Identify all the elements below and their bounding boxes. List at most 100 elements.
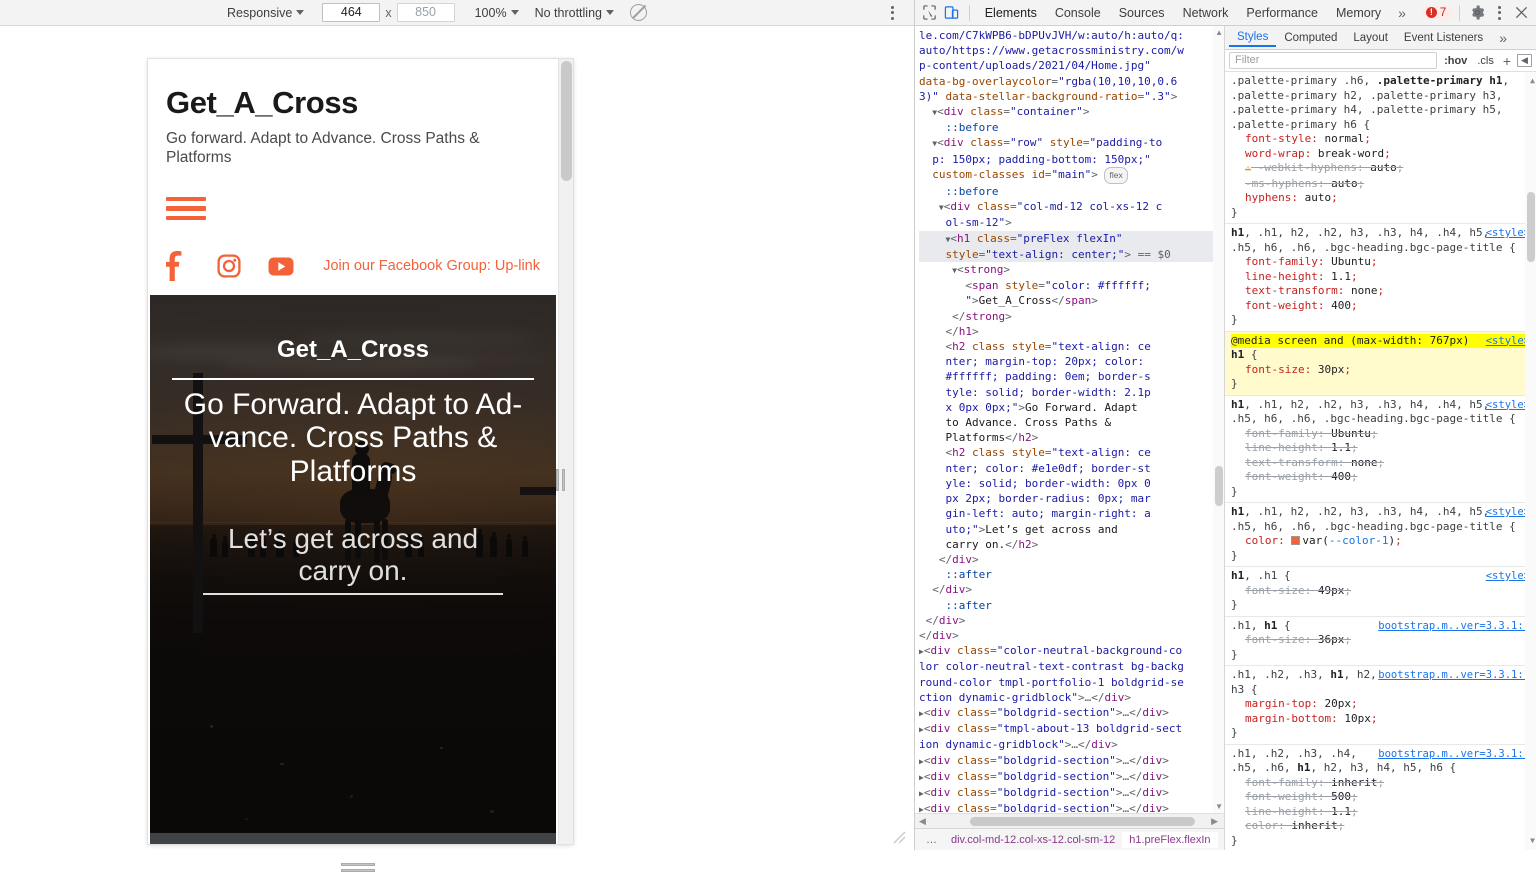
- dom-tree-line[interactable]: nter; color: #e1e0df; border-st: [919, 461, 1224, 476]
- device-toolbar-menu-icon[interactable]: [884, 5, 900, 20]
- dom-tree-line[interactable]: yle: solid; border-width: 0px 0: [919, 476, 1224, 491]
- tab-event-listeners[interactable]: Event Listeners: [1396, 29, 1491, 47]
- style-declaration[interactable]: font-style: normal;: [1231, 132, 1530, 147]
- dom-tree-line[interactable]: le.com/C7kWPB6-bDPUvJVH/w:auto/h:auto/q:: [919, 28, 1224, 43]
- style-declaration[interactable]: font-family: Ubuntu;: [1231, 255, 1530, 270]
- tab-computed[interactable]: Computed: [1276, 29, 1345, 47]
- style-rule[interactable]: <style> h1, .h1, h2, .h2, h3, .h3, h4, .h…: [1225, 503, 1536, 567]
- style-selector[interactable]: h1 {: [1231, 348, 1530, 363]
- dom-tree-line[interactable]: gin-left: auto; margin-right: a: [919, 506, 1224, 521]
- dom-tree-line[interactable]: ▶<div class="boldgrid-section">…</div>: [919, 785, 1224, 801]
- dom-tree-line[interactable]: style="text-align: center;"> == $0: [919, 246, 1224, 263]
- styles-scrollbar[interactable]: ▲ ▼: [1525, 72, 1536, 850]
- dom-tree-line[interactable]: ▼<div class="row" style="padding-to: [919, 135, 1224, 151]
- dom-tree-line[interactable]: p-content/uploads/2021/04/Home.jpg": [919, 58, 1224, 73]
- dom-tree-line[interactable]: </div>: [919, 613, 1224, 628]
- dom-tree-line[interactable]: data-bg-overlaycolor="rgba(10,10,10,0.6: [919, 74, 1224, 89]
- scroll-up-icon[interactable]: ▲: [1530, 74, 1535, 89]
- tab-network[interactable]: Network: [1174, 3, 1238, 23]
- style-declaration[interactable]: word-wrap: break-word;: [1231, 147, 1530, 162]
- dom-tree-line[interactable]: <h2 class style="text-align: ce: [919, 339, 1224, 354]
- style-declaration[interactable]: font-size: 30px;: [1231, 363, 1530, 378]
- dom-tree-line[interactable]: ::after: [919, 598, 1224, 613]
- tab-layout[interactable]: Layout: [1345, 29, 1396, 47]
- dom-tree-line[interactable]: lor color-neutral-text-contrast bg-backg: [919, 659, 1224, 674]
- dom-tree-line[interactable]: ol-sm-12">: [919, 215, 1224, 230]
- dom-tree-line[interactable]: x 0px 0px;">Go Forward. Adapt: [919, 400, 1224, 415]
- dom-tree-line[interactable]: Platforms</h2>: [919, 430, 1224, 445]
- style-declaration[interactable]: line-height: 1.1;: [1231, 805, 1530, 820]
- styles-rules[interactable]: .palette-primary .h6, .palette-primary h…: [1225, 72, 1536, 850]
- dom-tree-line[interactable]: carry on.</h2>: [919, 537, 1224, 552]
- dom-tree-line[interactable]: ::after: [919, 567, 1224, 582]
- style-declaration[interactable]: -ms-hyphens: auto;: [1231, 177, 1530, 192]
- dom-tree-line[interactable]: </div>: [919, 628, 1224, 643]
- instagram-icon[interactable]: [217, 254, 268, 279]
- tab-styles[interactable]: Styles: [1229, 28, 1277, 47]
- dom-tree-line[interactable]: </strong>: [919, 309, 1224, 324]
- dom-tree-line[interactable]: ▼<div class="col-md-12 col-xs-12 c: [919, 199, 1224, 215]
- dom-tree-line[interactable]: <h2 class style="text-align: ce: [919, 445, 1224, 460]
- style-source-link[interactable]: bootstrap.m..ver=3.3.1:1: [1378, 747, 1530, 762]
- style-declaration[interactable]: line-height: 1.1;: [1231, 441, 1530, 456]
- dom-tree-line[interactable]: tyle: solid; border-width: 2.1p: [919, 385, 1224, 400]
- dom-tree-line[interactable]: <span style="color: #ffffff;: [919, 278, 1224, 293]
- tab-elements[interactable]: Elements: [976, 3, 1046, 23]
- style-declaration[interactable]: text-transform: none;: [1231, 456, 1530, 471]
- style-declaration[interactable]: font-family: inherit;: [1231, 776, 1530, 791]
- new-style-rule-button[interactable]: +: [1501, 53, 1513, 69]
- toggle-sidebar-icon[interactable]: ◀: [1517, 54, 1532, 67]
- dom-tree-line[interactable]: #ffffff; padding: 0em; border-s: [919, 369, 1224, 384]
- style-declaration[interactable]: font-size: 49px;: [1231, 584, 1530, 599]
- style-source-link[interactable]: <style>: [1486, 569, 1530, 584]
- dom-tree-line[interactable]: ▶<div class="boldgrid-section">…</div>: [919, 705, 1224, 721]
- inspect-element-icon[interactable]: [919, 2, 941, 24]
- zoom-dropdown[interactable]: 100%: [471, 4, 523, 22]
- dom-tree-line[interactable]: </h1>: [919, 324, 1224, 339]
- style-declaration[interactable]: hyphens: auto;: [1231, 191, 1530, 206]
- style-declaration[interactable]: margin-top: 20px;: [1231, 697, 1530, 712]
- style-rule[interactable]: <style> h1, .h1 {font-size: 49px;}: [1225, 567, 1536, 617]
- dom-tree-line[interactable]: ▼<strong>: [919, 262, 1224, 278]
- dom-tree-line[interactable]: ion dynamic-gridblock">…</div>: [919, 737, 1224, 752]
- facebook-icon[interactable]: [166, 251, 217, 282]
- rendered-page[interactable]: Get_A_Cross Go forward. Adapt to Advance…: [148, 59, 558, 844]
- device-preset-dropdown[interactable]: Responsive: [223, 4, 308, 22]
- style-source-link[interactable]: <style>: [1486, 398, 1530, 413]
- style-source-link[interactable]: bootstrap.m..ver=3.3.1:1: [1378, 668, 1530, 683]
- style-rule[interactable]: <style> @media screen and (max-width: 767…: [1225, 331, 1536, 396]
- style-declaration[interactable]: font-weight: 400;: [1231, 299, 1530, 314]
- dom-tree-scroll[interactable]: le.com/C7kWPB6-bDPUvJVH/w:auto/h:auto/q:…: [915, 26, 1224, 813]
- devtools-menu-icon[interactable]: [1488, 2, 1510, 24]
- style-source-link[interactable]: <style>: [1486, 226, 1530, 241]
- style-selector[interactable]: .palette-primary .h6, .palette-primary h…: [1231, 74, 1530, 132]
- style-rule[interactable]: <style> h1, .h1, h2, .h2, h3, .h3, h4, .h…: [1225, 396, 1536, 503]
- style-declaration[interactable]: color: var(--color-1);: [1231, 534, 1530, 549]
- dom-tree-line[interactable]: px 2px; border-radius: 0px; mar: [919, 491, 1224, 506]
- dom-tree-line[interactable]: 3)" data-stellar-background-ratio=".3">: [919, 89, 1224, 104]
- style-source-link[interactable]: <style>: [1486, 505, 1530, 520]
- style-declaration[interactable]: font-weight: 500;: [1231, 790, 1530, 805]
- style-rule[interactable]: bootstrap.m..ver=3.3.1:1 .h1, h1 {font-si…: [1225, 617, 1536, 666]
- style-declaration[interactable]: ⚠ -webkit-hyphens: auto;: [1231, 161, 1530, 177]
- close-icon[interactable]: [1510, 2, 1532, 24]
- dom-tree-line[interactable]: to Advance. Cross Paths &: [919, 415, 1224, 430]
- style-declaration[interactable]: font-weight: 400;: [1231, 470, 1530, 485]
- page-scrollbar[interactable]: [558, 59, 573, 844]
- style-rule[interactable]: bootstrap.m..ver=3.3.1:1 .h1, .h2, .h3, h…: [1225, 666, 1536, 745]
- more-tabs-icon[interactable]: »: [1390, 5, 1414, 21]
- dom-tree-line[interactable]: ::before: [919, 184, 1224, 199]
- dom-tree-line[interactable]: ▶<div class="tmpl-about-13 boldgrid-sect: [919, 721, 1224, 737]
- dom-tree-line[interactable]: ▶<div class="boldgrid-section">…</div>: [919, 753, 1224, 769]
- viewport-width-resize-handle[interactable]: [555, 467, 566, 493]
- device-toolbar-icon[interactable]: [941, 2, 963, 24]
- style-rule[interactable]: <style> h1, .h1, h2, .h2, h3, .h3, h4, .h…: [1225, 224, 1536, 332]
- gear-icon[interactable]: [1466, 2, 1488, 24]
- dom-tree-line[interactable]: uto;">Let’s get across and: [919, 522, 1224, 537]
- viewport-corner-resize-handle[interactable]: [892, 830, 906, 844]
- dom-tree-line[interactable]: </div>: [919, 552, 1224, 567]
- throttling-dropdown[interactable]: No throttling: [531, 4, 618, 22]
- tab-performance[interactable]: Performance: [1237, 3, 1327, 23]
- dom-tree[interactable]: le.com/C7kWPB6-bDPUvJVH/w:auto/h:auto/q:…: [915, 28, 1224, 813]
- viewport-width-input[interactable]: 464: [322, 3, 381, 22]
